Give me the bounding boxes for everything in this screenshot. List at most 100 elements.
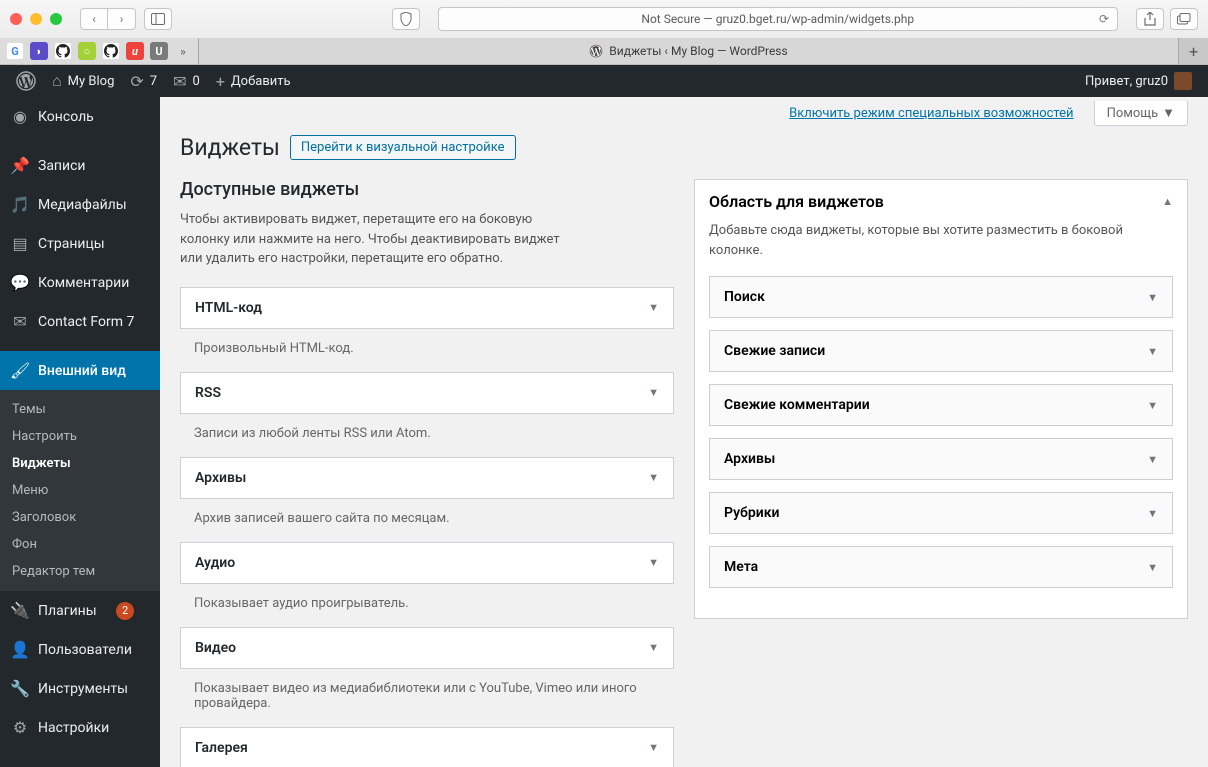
available-widget[interactable]: Видео▼ bbox=[180, 627, 674, 669]
submenu-appearance: Темы Настроить Виджеты Меню Заголовок Фо… bbox=[0, 390, 160, 591]
bookmark-icon-2[interactable]: ○ bbox=[78, 42, 96, 60]
avatar bbox=[1174, 72, 1192, 90]
brush-icon: 🖌 bbox=[10, 361, 30, 380]
menu-posts[interactable]: 📌Записи bbox=[0, 146, 160, 185]
page-icon: ▤ bbox=[10, 234, 30, 253]
screen-meta: Включить режим специальных возможностей … bbox=[180, 97, 1188, 130]
new-link[interactable]: +Добавить bbox=[208, 65, 299, 97]
submenu-menus[interactable]: Меню bbox=[0, 477, 160, 504]
available-widget[interactable]: Архивы▼ bbox=[180, 457, 674, 499]
back-button[interactable]: ‹ bbox=[80, 8, 108, 30]
menu-media[interactable]: 🎵Медиафайлы bbox=[0, 185, 160, 224]
bookmark-icon-1[interactable]: ◗ bbox=[30, 42, 48, 60]
page-title: Виджеты bbox=[180, 134, 280, 161]
menu-dashboard[interactable]: ◉Консоль bbox=[0, 97, 160, 136]
available-widget[interactable]: Галерея▼ bbox=[180, 727, 674, 767]
bookmark-icon-github[interactable] bbox=[54, 42, 72, 60]
reload-icon[interactable]: ⟳ bbox=[1099, 12, 1109, 26]
shield-button[interactable] bbox=[392, 8, 420, 30]
submenu-editor[interactable]: Редактор тем bbox=[0, 558, 160, 585]
visual-customizer-button[interactable]: Перейти к визуальной настройке bbox=[290, 135, 516, 160]
widget-area-panel: Область для виджетов ▲ Добавьте сюда вид… bbox=[694, 179, 1188, 619]
sidebar-widget-title: Свежие записи bbox=[724, 343, 825, 359]
widget-title-label: Видео bbox=[195, 640, 236, 656]
menu-label: Настройки bbox=[38, 720, 109, 736]
maximize-window-button[interactable] bbox=[50, 13, 62, 25]
chevron-down-icon: ▼ bbox=[648, 386, 659, 399]
widget-description: Произвольный HTML-код. bbox=[180, 341, 674, 356]
menu-appearance[interactable]: 🖌 Внешний вид bbox=[0, 351, 160, 390]
chevron-up-icon: ▲ bbox=[1162, 195, 1173, 208]
chevron-down-icon: ▼ bbox=[1147, 399, 1158, 412]
minimize-window-button[interactable] bbox=[30, 13, 42, 25]
wp-logo-menu[interactable] bbox=[8, 65, 44, 97]
updates-link[interactable]: ⟳7 bbox=[122, 65, 165, 97]
share-button[interactable] bbox=[1136, 8, 1164, 30]
updates-icon: ⟳ bbox=[130, 72, 143, 91]
available-widget[interactable]: HTML-код▼ bbox=[180, 287, 674, 329]
submenu-background[interactable]: Фон bbox=[0, 531, 160, 558]
available-widget[interactable]: RSS▼ bbox=[180, 372, 674, 414]
user-greeting[interactable]: Привет, gruz0 bbox=[1077, 65, 1200, 97]
chevron-down-icon: ▼ bbox=[648, 301, 659, 314]
available-widgets-column: Доступные виджеты Чтобы активировать вид… bbox=[180, 179, 674, 767]
bookmark-icon-g[interactable]: G bbox=[6, 42, 24, 60]
tabs-button[interactable] bbox=[1170, 8, 1198, 30]
wordpress-icon bbox=[16, 71, 36, 91]
available-widget[interactable]: Аудио▼ bbox=[180, 542, 674, 584]
sidebar-widget[interactable]: Рубрики▼ bbox=[709, 492, 1173, 534]
sidebar-widget[interactable]: Поиск▼ bbox=[709, 276, 1173, 318]
widget-description: Показывает аудио проигрыватель. bbox=[180, 596, 674, 611]
sidebar-widget[interactable]: Свежие комментарии▼ bbox=[709, 384, 1173, 426]
sidebar-toggle-button[interactable] bbox=[144, 8, 172, 30]
widget-description: Архив записей вашего сайта по месяцам. bbox=[180, 511, 674, 526]
address-bar[interactable]: Not Secure — gruz0.bget.ru/wp-admin/widg… bbox=[438, 7, 1118, 31]
browser-titlebar: ‹ › Not Secure — gruz0.bget.ru/wp-admin/… bbox=[0, 0, 1208, 38]
submenu-customize[interactable]: Настроить bbox=[0, 423, 160, 450]
menu-users[interactable]: 👤Пользователи bbox=[0, 630, 160, 669]
greeting-label: Привет, gruz0 bbox=[1085, 74, 1168, 89]
sidebar-widget-title: Мета bbox=[724, 559, 758, 575]
bookmarks-more[interactable]: » bbox=[174, 42, 192, 60]
plugins-badge: 2 bbox=[116, 602, 134, 620]
sidebar-widget[interactable]: Архивы▼ bbox=[709, 438, 1173, 480]
close-window-button[interactable] bbox=[10, 13, 22, 25]
bookmark-icon-github2[interactable] bbox=[102, 42, 120, 60]
home-icon: ⌂ bbox=[52, 71, 62, 91]
sidebar-widget[interactable]: Мета▼ bbox=[709, 546, 1173, 588]
menu-cf7[interactable]: ✉Contact Form 7 bbox=[0, 302, 160, 341]
submenu-header[interactable]: Заголовок bbox=[0, 504, 160, 531]
menu-pages[interactable]: ▤Страницы bbox=[0, 224, 160, 263]
pin-icon: 📌 bbox=[10, 156, 30, 175]
site-name-link[interactable]: ⌂My Blog bbox=[44, 65, 122, 97]
widget-title-label: Галерея bbox=[195, 740, 248, 756]
menu-label: Внешний вид bbox=[38, 363, 126, 379]
comments-link[interactable]: ✉0 bbox=[165, 65, 208, 97]
widget-description: Записи из любой ленты RSS или Atom. bbox=[180, 426, 674, 441]
submenu-widgets[interactable]: Виджеты bbox=[0, 450, 160, 477]
tab-title: Виджеты ‹ My Blog — WordPress bbox=[609, 44, 787, 58]
menu-label: Плагины bbox=[38, 603, 97, 619]
menu-comments[interactable]: 💬Комментарии bbox=[0, 263, 160, 302]
menu-plugins[interactable]: 🔌Плагины 2 bbox=[0, 591, 160, 630]
bookmark-icon-3[interactable]: u bbox=[126, 42, 144, 60]
sidebar-widget[interactable]: Свежие записи▼ bbox=[709, 330, 1173, 372]
new-label: Добавить bbox=[231, 74, 291, 89]
chevron-down-icon: ▼ bbox=[648, 471, 659, 484]
chevron-down-icon: ▼ bbox=[648, 556, 659, 569]
dashboard-icon: ◉ bbox=[10, 107, 30, 126]
chevron-down-icon: ▼ bbox=[1162, 105, 1175, 121]
comment-icon: ✉ bbox=[173, 72, 186, 91]
submenu-themes[interactable]: Темы bbox=[0, 396, 160, 423]
menu-label: Комментарии bbox=[38, 275, 129, 291]
menu-settings[interactable]: ⚙Настройки bbox=[0, 708, 160, 747]
forward-button[interactable]: › bbox=[108, 8, 136, 30]
help-tab[interactable]: Помощь▼ bbox=[1094, 101, 1188, 126]
url-text: gruz0.bget.ru/wp-admin/widgets.php bbox=[716, 12, 914, 26]
accessibility-mode-link[interactable]: Включить режим специальных возможностей bbox=[789, 106, 1073, 121]
menu-tools[interactable]: 🔧Инструменты bbox=[0, 669, 160, 708]
browser-tab[interactable]: Виджеты ‹ My Blog — WordPress bbox=[199, 38, 1178, 64]
new-tab-button[interactable]: + bbox=[1178, 38, 1208, 64]
bookmark-icon-4[interactable]: U bbox=[150, 42, 168, 60]
widget-area-header[interactable]: Область для виджетов ▲ bbox=[709, 192, 1173, 211]
